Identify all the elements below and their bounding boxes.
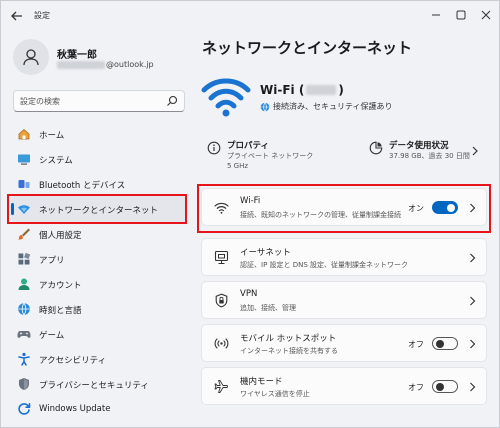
hotspot-toggle[interactable] <box>432 337 458 350</box>
account-icon <box>17 277 31 291</box>
airplane-mode-card[interactable]: 機内モード ワイヤレス通信を停止 オフ <box>201 367 487 405</box>
airplane-icon <box>214 379 229 394</box>
title-bar: 設定 <box>1 1 500 31</box>
settings-window: 設定 秋葉一郎 @outlook.jp ホーム システム <box>0 0 500 428</box>
vpn-shield-icon <box>214 293 229 308</box>
mobile-hotspot-card[interactable]: モバイル ホットスポット インターネット接続を共有する オフ <box>201 324 487 362</box>
chevron-right-icon[interactable] <box>469 253 476 263</box>
hotspot-icon <box>214 336 229 351</box>
window-title: 設定 <box>34 11 50 20</box>
sidebar-item-accessibility[interactable]: アクセシビリティ <box>11 346 187 372</box>
user-profile[interactable]: 秋葉一郎 @outlook.jp <box>13 39 193 79</box>
minimize-icon[interactable] <box>427 7 445 23</box>
network-info-row: プロパティ プライベート ネットワーク 5 GHz データ使用状況 37.98 G… <box>201 131 487 173</box>
wifi-large-icon <box>201 73 251 119</box>
sidebar-item-time-language[interactable]: 時刻と言語 <box>11 296 187 322</box>
close-icon[interactable] <box>477 7 495 23</box>
chevron-right-icon[interactable] <box>469 296 476 306</box>
connected-network-name: Wi-Fi ( ) <box>260 83 344 97</box>
profile-name: 秋葉一郎 <box>57 50 97 61</box>
time-language-icon <box>17 302 31 316</box>
home-icon <box>17 127 31 141</box>
shield-icon <box>17 377 31 391</box>
apps-icon <box>17 252 31 266</box>
sidebar-item-home[interactable]: ホーム <box>11 121 187 147</box>
connection-status: 接続済み、セキュリティ保護あり <box>260 101 393 112</box>
brush-icon <box>17 227 31 241</box>
system-icon <box>17 152 31 166</box>
globe-icon <box>260 102 270 112</box>
properties-link[interactable]: プロパティ プライベート ネットワーク 5 GHz <box>207 137 337 170</box>
vpn-card[interactable]: VPN 追加、接続、管理 <box>201 281 487 319</box>
search-icon[interactable] <box>166 95 178 107</box>
data-usage-link[interactable]: データ使用状況 37.98 GB、過去 30 日間 <box>369 137 479 169</box>
sidebar-item-personalization[interactable]: 個人用設定 <box>11 221 187 247</box>
info-icon <box>207 141 221 155</box>
chevron-right-icon[interactable] <box>471 146 479 156</box>
sidebar-item-windows-update[interactable]: Windows Update <box>11 396 187 422</box>
hotspot-state-label: オフ <box>408 340 424 349</box>
sidebar-item-accounts[interactable]: アカウント <box>11 271 187 297</box>
page-title: ネットワークとインターネット <box>202 39 413 57</box>
ethernet-card[interactable]: イーサネット 認証、IP 設定と DNS 設定、従量制課金ネットワーク <box>201 238 487 276</box>
chevron-right-icon[interactable] <box>469 339 476 349</box>
gaming-icon <box>17 327 31 341</box>
airplane-state-label: オフ <box>408 383 424 392</box>
back-arrow-icon[interactable] <box>10 9 24 23</box>
highlight-wifi-card <box>197 184 491 233</box>
update-icon <box>17 402 31 416</box>
data-usage-icon <box>369 141 383 155</box>
settings-search[interactable] <box>13 90 185 112</box>
avatar <box>13 39 49 75</box>
sidebar-item-gaming[interactable]: ゲーム <box>11 321 187 347</box>
toggle-knob <box>435 382 444 391</box>
maximize-icon[interactable] <box>452 7 470 23</box>
highlight-network-nav <box>7 194 187 224</box>
airplane-toggle[interactable] <box>432 380 458 393</box>
ssid-redacted <box>306 85 337 95</box>
bluetooth-icon <box>17 177 31 191</box>
toggle-knob <box>435 339 444 348</box>
email-redacted <box>57 60 105 69</box>
search-input[interactable] <box>20 94 160 108</box>
profile-email: @outlook.jp <box>57 60 154 69</box>
sidebar-item-system[interactable]: システム <box>11 146 187 172</box>
person-icon <box>23 49 39 66</box>
sidebar-item-privacy-security[interactable]: プライバシーとセキュリティ <box>11 371 187 397</box>
ethernet-icon <box>214 250 229 265</box>
chevron-right-icon[interactable] <box>469 382 476 392</box>
sidebar-item-apps[interactable]: アプリ <box>11 246 187 272</box>
accessibility-icon <box>17 352 31 366</box>
